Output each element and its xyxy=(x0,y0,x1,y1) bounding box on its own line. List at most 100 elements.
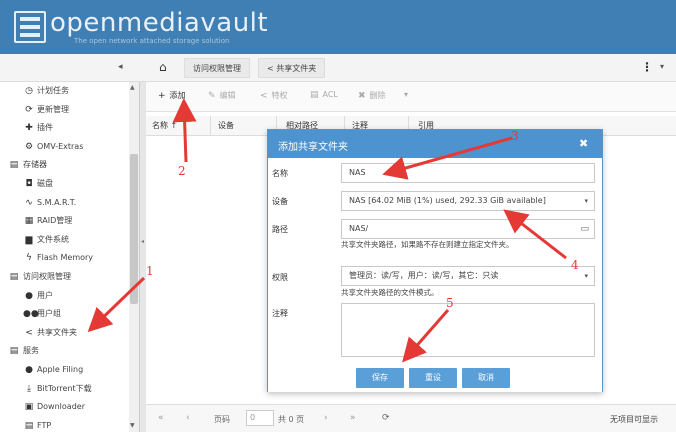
sidebar-item-label: Downloader xyxy=(37,402,85,412)
sidebar-item-flash[interactable]: ϟ Flash Memory xyxy=(0,249,128,267)
sidebar-item-access[interactable]: ▤ 访问权限管理 xyxy=(0,268,128,286)
collapse-sidebar-icon[interactable]: ◂ xyxy=(118,62,123,72)
privileges-button[interactable]: < 特权 xyxy=(260,90,288,101)
cancel-button[interactable]: 取消 xyxy=(462,368,510,388)
breadcrumb-access-management[interactable]: 访问权限管理 xyxy=(184,58,250,78)
permissions-label: 权限 xyxy=(272,273,288,282)
save-button[interactable]: 保存 xyxy=(356,368,404,388)
privileges-button-label: 特权 xyxy=(271,91,288,100)
grid-toolbar: + 添加 ✎ 编辑 < 特权 ▤ ACL ✖ 删除 ▾ xyxy=(146,82,676,112)
page-number-input[interactable]: 0 xyxy=(246,410,274,426)
services-icon: ▤ xyxy=(9,346,19,357)
clock-icon: ◷ xyxy=(25,86,33,96)
sidebar-item-pulse[interactable]: ∿ S.M.A.R.T. xyxy=(0,194,128,212)
sidebar-scroll-thumb[interactable] xyxy=(130,154,138,304)
share-icon: < xyxy=(260,91,268,101)
sidebar-item-services[interactable]: ▤ 服务 xyxy=(0,342,128,360)
column-device[interactable]: 设备 xyxy=(218,120,234,131)
sidebar-item-label: 共享文件夹 xyxy=(37,327,77,337)
acl-button-label: ACL xyxy=(322,90,338,99)
scroll-up-icon[interactable]: ▲ xyxy=(130,84,135,91)
home-icon[interactable]: ⌂ xyxy=(159,60,167,74)
device-select-value: NAS [64.02 MiB (1%) used, 292.33 GiB ava… xyxy=(349,196,546,205)
sidebar-item-label: 文件系统 xyxy=(37,234,69,244)
sidebar-item-label: 用户 xyxy=(37,290,53,300)
delete-button-label: 删除 xyxy=(369,91,386,100)
sidebar-item-label: 更新管理 xyxy=(37,104,69,114)
path-label: 路径 xyxy=(272,225,288,234)
prev-page-icon[interactable]: ‹ xyxy=(186,413,190,423)
sidebar-item-refresh[interactable]: ⟳ 更新管理 xyxy=(0,101,128,119)
app-subtitle: The open network attached storage soluti… xyxy=(74,37,230,45)
sidebar-item-disk[interactable]: ◘ 磁盘 xyxy=(0,175,128,193)
splitter-collapse-icon[interactable]: ◂ xyxy=(141,238,144,245)
sidebar-item-label: 访问权限管理 xyxy=(23,272,71,281)
sidebar-item-label: 计划任务 xyxy=(37,86,69,95)
refresh-icon: ⟳ xyxy=(25,104,33,115)
scroll-down-icon[interactable]: ▼ xyxy=(130,422,135,429)
chevron-down-icon[interactable]: ▾ xyxy=(584,192,588,210)
sidebar-item-raid[interactable]: ▦ RAID管理 xyxy=(0,212,128,230)
folder-icon: ▆ xyxy=(25,234,33,245)
sidebar-item-plugin[interactable]: ✚ 插件 xyxy=(0,119,128,137)
add-button[interactable]: + 添加 xyxy=(158,90,186,101)
delete-button[interactable]: ✖ 删除 xyxy=(358,90,386,101)
breadcrumb-shared-folders[interactable]: < 共享文件夹 xyxy=(258,58,326,78)
pulse-icon: ∿ xyxy=(25,197,33,208)
app-title: openmediavault xyxy=(50,8,269,38)
name-input[interactable]: NAS xyxy=(341,163,595,183)
comment-textarea[interactable] xyxy=(341,303,595,357)
acl-button[interactable]: ▤ ACL xyxy=(310,90,338,100)
comment-label: 注释 xyxy=(272,309,288,318)
app-header: openmediavault The open network attached… xyxy=(0,0,676,54)
reset-button[interactable]: 重设 xyxy=(409,368,457,388)
sidebar-item-download[interactable]: ⤓ BitTorrent下载 xyxy=(0,380,128,398)
raid-icon: ▦ xyxy=(24,216,34,227)
first-page-icon[interactable]: « xyxy=(158,413,164,423)
sidebar-item-user[interactable]: ● 用户 xyxy=(0,287,128,305)
sort-ascending-icon: ↑ xyxy=(170,121,178,130)
sidebar-item-folder[interactable]: ▆ 文件系统 xyxy=(0,231,128,249)
sidebar-item-users[interactable]: ●● 用户组 xyxy=(0,305,128,323)
sidebar-item-label: 插件 xyxy=(37,123,53,133)
path-input[interactable]: NAS/ ▭ xyxy=(341,219,595,239)
flash-icon: ϟ xyxy=(26,253,32,264)
access-icon: ▤ xyxy=(9,272,19,282)
next-page-icon[interactable]: › xyxy=(324,413,328,423)
refresh-icon[interactable]: ⟳ xyxy=(382,413,390,423)
sidebar-item-clock[interactable]: ◷ 计划任务 xyxy=(0,82,128,100)
chevron-down-icon[interactable]: ▾ xyxy=(660,62,664,71)
sidebar-item-apple[interactable]: ● Apple Filing xyxy=(0,361,128,379)
downloader-icon: ▣ xyxy=(24,402,34,413)
column-name[interactable]: 名称 ↑ xyxy=(152,120,177,131)
share-icon: < xyxy=(25,327,33,338)
sidebar-item-gear[interactable]: ⚙ OMV-Extras xyxy=(0,138,128,156)
download-icon: ⤓ xyxy=(27,383,31,394)
sidebar-item-storage[interactable]: ▤ 存储器 xyxy=(0,156,128,174)
empty-grid-text: 无项目可显示 xyxy=(610,415,658,424)
more-actions-chevron-icon[interactable]: ▾ xyxy=(404,90,408,99)
chevron-down-icon[interactable]: ▾ xyxy=(584,267,588,285)
dialog-footer: 保存 重设 取消 xyxy=(268,362,602,392)
sidebar-item-label: 存储器 xyxy=(23,160,47,170)
sidebar-item-share[interactable]: < 共享文件夹 xyxy=(0,324,128,342)
sidebar-scrollbar[interactable]: ▲ ▼ xyxy=(129,82,139,432)
close-icon[interactable]: ✖ xyxy=(579,137,588,150)
permissions-select-value: 管理员：读/写，用户：读/写，其它：只读 xyxy=(349,271,499,280)
dialog-header[interactable]: 添加共享文件夹 ✖ xyxy=(268,130,602,158)
sidebar-item-downloader[interactable]: ▣ Downloader xyxy=(0,398,128,416)
sidebar-item-label: Flash Memory xyxy=(37,253,94,263)
edit-button[interactable]: ✎ 编辑 xyxy=(208,90,236,101)
folder-browse-icon[interactable]: ▭ xyxy=(580,220,589,238)
last-page-icon[interactable]: » xyxy=(350,413,356,423)
navigation-sidebar: ▲ ▼ ◷ 计划任务 ⟳ 更新管理 ✚ 插件 ⚙ OMV-Extras ▤ 存储器 ◘ 磁盘 ∿ S.M.… xyxy=(0,82,140,432)
permissions-select[interactable]: 管理员：读/写，用户：读/写，其它：只读 ▾ xyxy=(341,266,595,286)
delete-icon: ✖ xyxy=(358,91,366,101)
kebab-menu-icon[interactable]: ⋮ xyxy=(641,60,653,74)
device-select[interactable]: NAS [64.02 MiB (1%) used, 292.33 GiB ava… xyxy=(341,191,595,211)
sidebar-item-label: OMV-Extras xyxy=(37,141,84,151)
sidebar-item-ftp[interactable]: ▤ FTP xyxy=(0,417,128,432)
storage-icon: ▤ xyxy=(9,160,19,171)
page-label: 页码 xyxy=(214,415,230,424)
breadcrumb-shared-folders-label: 共享文件夹 xyxy=(276,64,317,73)
